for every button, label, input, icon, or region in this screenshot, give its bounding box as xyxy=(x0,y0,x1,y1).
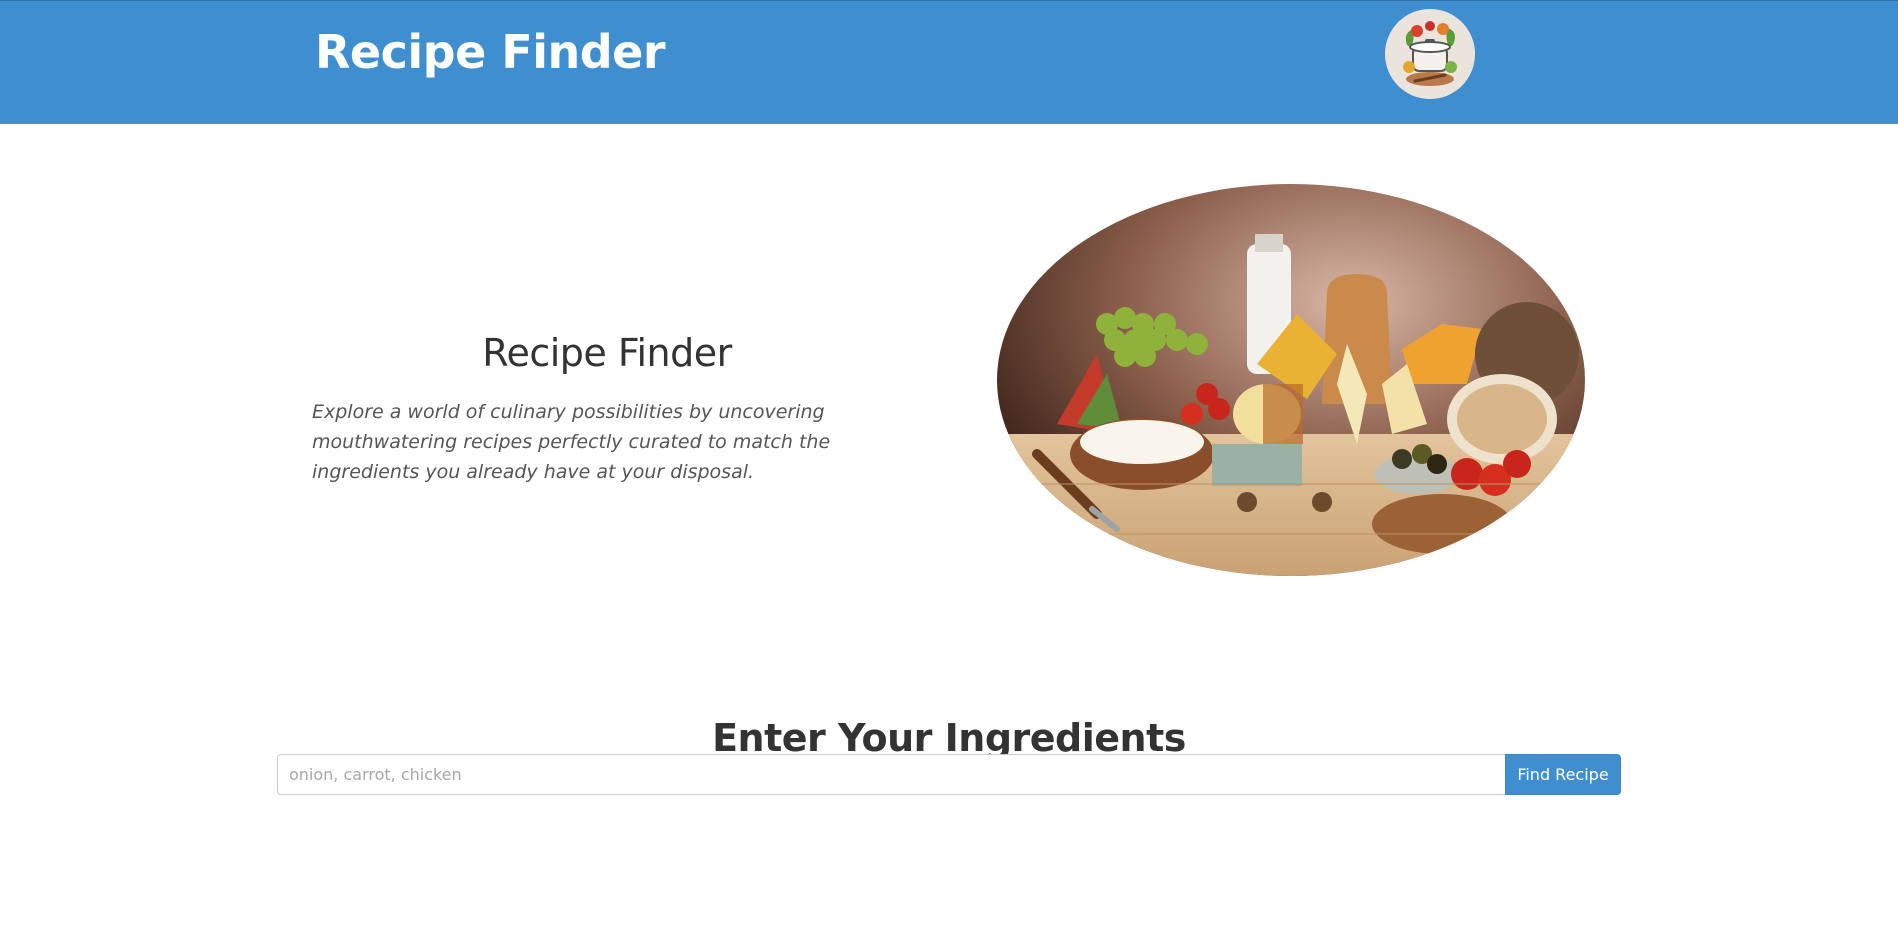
hero-description: Explore a world of culinary possibilitie… xyxy=(312,401,831,483)
hero-title: Recipe Finder xyxy=(482,331,732,376)
ingredients-photo xyxy=(997,184,1585,576)
logo-illustration xyxy=(1385,9,1475,99)
ingredients-search-form: Find Recipe xyxy=(277,754,1621,795)
brand-title[interactable]: Recipe Finder xyxy=(315,29,666,75)
ingredients-illustration xyxy=(997,184,1585,576)
find-recipe-button[interactable]: Find Recipe xyxy=(1505,754,1621,795)
top-navbar: Recipe Finder xyxy=(0,0,1898,124)
ingredients-input[interactable] xyxy=(277,754,1505,795)
cooking-pot-logo-icon[interactable] xyxy=(1385,9,1475,99)
